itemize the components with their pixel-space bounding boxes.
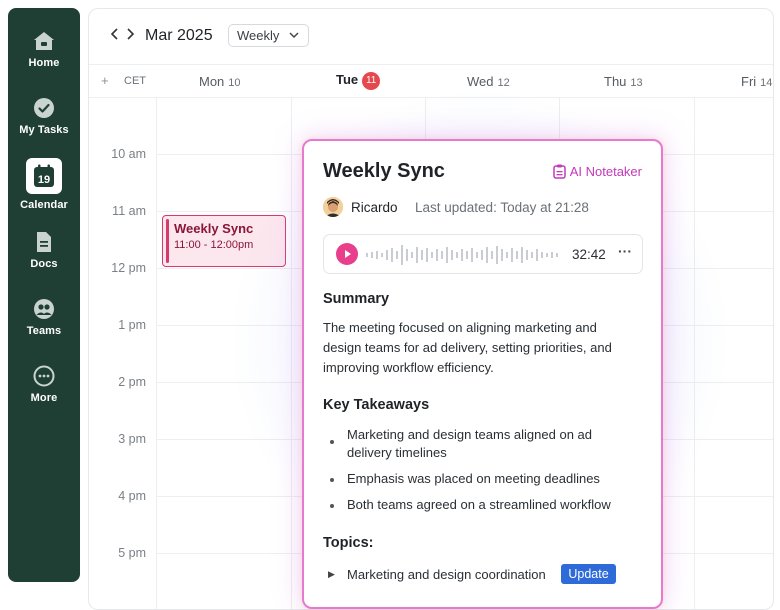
document-icon — [37, 232, 51, 252]
home-icon — [34, 32, 54, 50]
sidebar-item-label: Home — [28, 57, 60, 69]
time-label: 1 pm — [118, 318, 146, 332]
takeaway-item: Both teams agreed on a streamlined workf… — [347, 497, 611, 512]
play-button[interactable] — [336, 243, 358, 265]
summary-heading: Summary — [323, 291, 390, 307]
calendar-toolbar: Mar 2025 Weekly — [89, 9, 773, 64]
card-title: Weekly Sync — [323, 160, 445, 182]
more-icon — [33, 365, 55, 387]
bullet-dot — [330, 504, 334, 508]
event-color-bar — [166, 219, 169, 263]
sidebar-item-more[interactable]: More — [8, 365, 80, 404]
day-name: Wed — [467, 74, 494, 89]
month-label: Mar 2025 — [145, 27, 213, 44]
event-title: Weekly Sync — [174, 221, 254, 236]
day-number: 13 — [630, 77, 643, 89]
caret-right-icon[interactable]: ▶ — [328, 569, 335, 580]
topic-tag[interactable]: Update — [561, 564, 616, 584]
day-number: 12 — [497, 77, 510, 89]
event-time: 11:00 - 12:00pm — [174, 239, 254, 251]
sidebar-item-home[interactable]: Home — [8, 30, 80, 69]
more-options-icon[interactable]: ··· — [618, 243, 632, 259]
last-updated: Last updated: Today at 21:28 — [415, 200, 589, 215]
time-label: 11 am — [112, 204, 146, 218]
today-badge: 11 — [362, 72, 381, 90]
chevron-left-icon[interactable] — [110, 27, 120, 45]
topic-item[interactable]: Marketing and design coordination — [347, 567, 546, 582]
audio-player: 32:42 ··· — [323, 234, 643, 274]
day-number: 10 — [228, 77, 241, 89]
ai-notetaker-label[interactable]: AI Notetaker — [552, 164, 642, 179]
takeaway-item: Emphasis was placed on meeting deadlines — [347, 471, 600, 486]
time-label: 5 pm — [118, 546, 146, 560]
summary-text: The meeting focused on aligning marketin… — [323, 320, 612, 375]
time-label: 3 pm — [118, 432, 146, 446]
day-header-fri[interactable]: Fri 14 — [741, 74, 772, 89]
day-name: Tue — [336, 72, 359, 87]
sidebar-item-label: Teams — [26, 325, 62, 337]
sidebar-item-label: Calendar — [20, 199, 68, 211]
time-label: 4 pm — [118, 489, 146, 503]
sidebar-item-teams[interactable]: Teams — [8, 298, 80, 337]
day-name: Mon — [199, 74, 225, 89]
play-icon — [345, 250, 351, 258]
meeting-notes-card: Weekly Sync AI Notetaker Ricardo Last up… — [302, 139, 663, 609]
calendar-icon: 19 — [26, 158, 62, 194]
day-header-tue[interactable]: Tue 11 — [336, 72, 381, 90]
timezone-label: CET — [124, 75, 146, 87]
plus-icon[interactable]: + — [101, 73, 109, 88]
day-header-mon[interactable]: Mon 10 — [199, 74, 241, 89]
day-number: 14 — [760, 77, 773, 89]
check-circle-icon — [34, 98, 54, 118]
day-header-row: + CET Mon 10 Tue 11 Wed 12 Thu 13 Fri 14 — [89, 64, 773, 98]
column-divider — [156, 97, 157, 609]
bullet-dot — [330, 478, 334, 482]
team-icon — [34, 299, 54, 319]
time-label: 2 pm — [118, 375, 146, 389]
day-header-thu[interactable]: Thu 13 — [604, 74, 643, 89]
notetaker-icon — [552, 164, 566, 179]
audio-duration: 32:42 — [572, 247, 606, 262]
time-label: 12 pm — [111, 261, 146, 275]
chevron-right-icon[interactable] — [125, 27, 135, 45]
time-label: 10 am — [111, 147, 146, 161]
takeaways-heading: Key Takeaways — [323, 397, 430, 413]
day-name: Thu — [604, 74, 627, 89]
author-name: Ricardo — [351, 200, 398, 215]
topics-heading: Topics: — [323, 535, 374, 551]
sidebar-item-my-tasks[interactable]: My Tasks — [8, 97, 80, 136]
notetaker-text: AI Notetaker — [569, 164, 642, 179]
bullet-dot — [330, 440, 334, 444]
sidebar-item-calendar[interactable]: 19 Calendar — [8, 158, 80, 211]
calendar-badge: 19 — [38, 174, 50, 186]
sidebar-item-label: Docs — [30, 258, 58, 270]
day-header-wed[interactable]: Wed 12 — [467, 74, 510, 89]
sidebar-item-label: More — [30, 392, 58, 404]
waveform[interactable] — [366, 243, 562, 267]
day-name: Fri — [741, 74, 757, 89]
view-select-value: Weekly — [237, 28, 280, 43]
takeaway-item: Marketing and design teams aligned on ad… — [347, 427, 592, 460]
sidebar: Home My Tasks 19 Calendar Docs Teams Mor… — [8, 8, 80, 582]
chevron-down-icon — [289, 32, 299, 39]
view-select[interactable]: Weekly — [228, 24, 309, 47]
sidebar-item-label: My Tasks — [19, 124, 69, 136]
avatar — [323, 197, 343, 217]
sidebar-item-docs[interactable]: Docs — [8, 231, 80, 270]
